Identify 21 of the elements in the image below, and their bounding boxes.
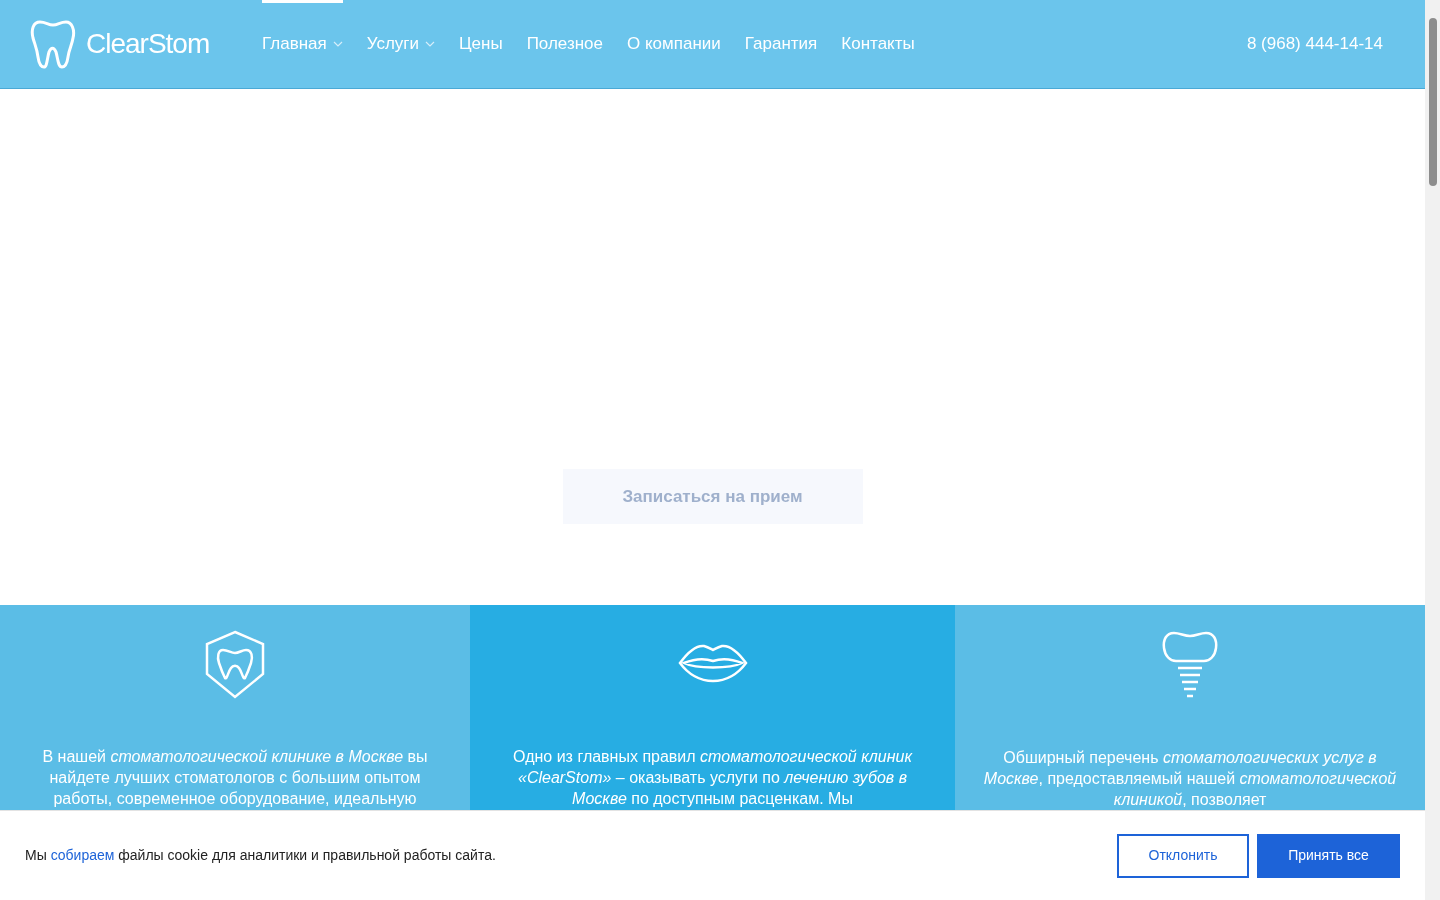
cookie-message: Мы собираем файлы cookie для аналитики и правильной работы сайта. [25,846,497,865]
nav-link[interactable]: Услуги [366,0,435,89]
feature-text: Одно из главных правил стоматологической клиник «ClearStom» – оказывать услуги по лечению зубов в Москве по доступным расценкам. Мы [512,747,914,809]
decline-button[interactable]: Отклонить [1117,833,1249,878]
nav-link[interactable]: Главная [262,0,343,89]
feature-text: В нашей стоматологической клинике в Москве вы найдете лучших стоматологов с большим опытом работы, современное оборудование, идеальную [41,747,429,809]
nav-link[interactable]: Цены [459,0,503,89]
accept-button[interactable]: Принять все [1257,833,1400,878]
tooth-logo-icon [30,19,76,69]
nav-link[interactable]: О компании [627,0,721,89]
lips-icon [677,642,748,684]
nav-link[interactable]: Контакты [841,0,915,89]
shield-tooth-icon [204,630,266,700]
phone-number[interactable]: 8 (968) 444-14-14 [1246,31,1383,57]
logo-text[interactable]: ClearStom [86,23,210,65]
appointment-button[interactable]: Записаться на прием [562,469,863,524]
nav-link[interactable]: Полезное [526,0,604,89]
collect-link[interactable]: собираем [50,847,115,863]
dental-implant-icon [1160,630,1220,700]
feature-text: Обширный перечень стоматологических услуг в Москве, предоставляемый нашей стоматологической клиникой, позволяет [983,748,1397,810]
nav-link[interactable]: Гарантия [744,0,818,89]
